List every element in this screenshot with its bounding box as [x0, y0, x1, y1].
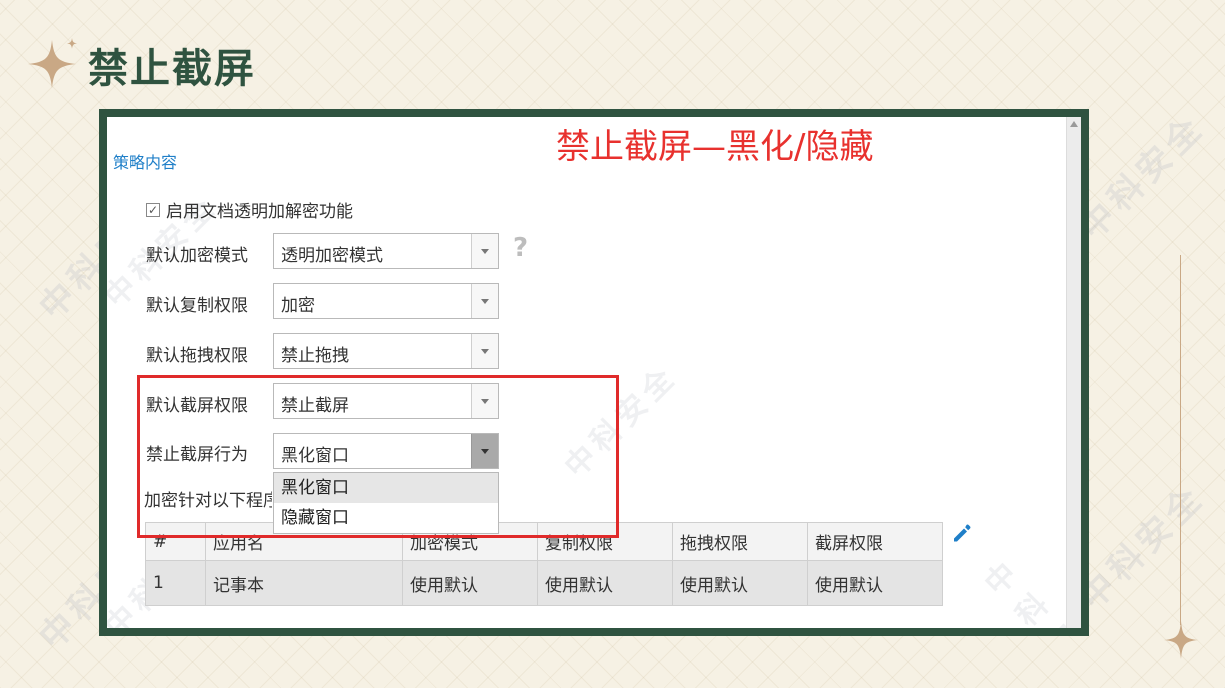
screenshot-behavior-select[interactable]: 黑化窗口 — [273, 433, 499, 469]
encrypt-mode-select[interactable]: 透明加密模式 — [273, 233, 499, 269]
screenshot-frame: 中科安全 中科安全 中科安全 中科安全 禁止截屏—黑化/隐藏 策略内容 ✓ 启用… — [99, 109, 1089, 636]
dropdown-button[interactable] — [471, 234, 498, 268]
form-label: 默认复制权限 — [146, 296, 248, 316]
chevron-down-icon — [481, 449, 489, 454]
dropdown-button[interactable] — [471, 434, 498, 468]
enable-encryption-checkbox[interactable]: ✓ — [146, 202, 160, 217]
vertical-scrollbar[interactable] — [1066, 117, 1081, 628]
dropdown-option-blackout[interactable]: 黑化窗口 — [274, 473, 498, 503]
question-icon[interactable]: ? — [513, 233, 528, 263]
screenshot-permission-select[interactable]: 禁止截屏 — [273, 383, 499, 419]
column-header[interactable]: 截屏权限 — [807, 522, 943, 561]
program-table: # 应用名 加密模式 复制权限 拖拽权限 截屏权限 1 记事本 使用默认 使用默… — [145, 522, 943, 606]
screenshot-behavior-dropdown: 黑化窗口 隐藏窗口 — [273, 472, 499, 534]
dropdown-button[interactable] — [471, 284, 498, 318]
select-value: 加密 — [281, 296, 315, 316]
scroll-up-icon[interactable] — [1070, 121, 1078, 127]
table-cell: 使用默认 — [402, 560, 538, 606]
section-title: 策略内容 — [113, 153, 178, 172]
slide-title: 禁止截屏 — [88, 46, 256, 92]
dropdown-option-hide[interactable]: 隐藏窗口 — [274, 503, 498, 533]
chevron-down-icon — [481, 299, 489, 304]
sparkle-icon — [28, 38, 77, 88]
drag-permission-select[interactable]: 禁止拖拽 — [273, 333, 499, 369]
table-cell: 使用默认 — [672, 560, 808, 606]
dropdown-button[interactable] — [471, 384, 498, 418]
table-cell: 记事本 — [205, 560, 403, 606]
select-value: 透明加密模式 — [281, 246, 383, 266]
copy-permission-select[interactable]: 加密 — [273, 283, 499, 319]
chevron-down-icon — [481, 249, 489, 254]
checkbox-label: 启用文档透明加解密功能 — [166, 202, 353, 222]
table-cell: 使用默认 — [537, 560, 673, 606]
select-value: 禁止截屏 — [281, 396, 349, 416]
form-label: 禁止截屏行为 — [146, 445, 248, 465]
sparkle-icon — [1164, 621, 1198, 659]
chevron-down-icon — [481, 399, 489, 404]
encryption-toggle-row: ✓ 启用文档透明加解密功能 — [146, 197, 353, 222]
pencil-icon[interactable] — [951, 522, 973, 544]
column-header[interactable]: 拖拽权限 — [672, 522, 808, 561]
watermark-text: 中科安全 — [978, 552, 1081, 628]
table-row[interactable]: 1 记事本 使用默认 使用默认 使用默认 使用默认 — [145, 560, 943, 606]
annotation-caption: 禁止截屏—黑化/隐藏 — [556, 127, 874, 167]
form-label: 默认截屏权限 — [146, 396, 248, 416]
select-value: 禁止拖拽 — [281, 346, 349, 366]
table-header-row: # 应用名 加密模式 复制权限 拖拽权限 截屏权限 — [145, 522, 943, 561]
form-label: 默认加密模式 — [146, 246, 248, 266]
select-value: 黑化窗口 — [281, 446, 349, 466]
policy-panel: 中科安全 中科安全 中科安全 中科安全 禁止截屏—黑化/隐藏 策略内容 ✓ 启用… — [107, 117, 1081, 628]
chevron-down-icon — [481, 349, 489, 354]
column-header[interactable]: # — [145, 522, 206, 561]
dropdown-button[interactable] — [471, 334, 498, 368]
decorative-line — [1180, 255, 1181, 625]
program-list-label: 加密针对以下程序 — [144, 491, 272, 511]
column-header[interactable]: 复制权限 — [537, 522, 673, 561]
watermark-text: 中科安全 — [558, 358, 685, 485]
table-cell: 使用默认 — [807, 560, 943, 606]
form-label: 默认拖拽权限 — [146, 346, 248, 366]
table-cell: 1 — [145, 560, 206, 606]
